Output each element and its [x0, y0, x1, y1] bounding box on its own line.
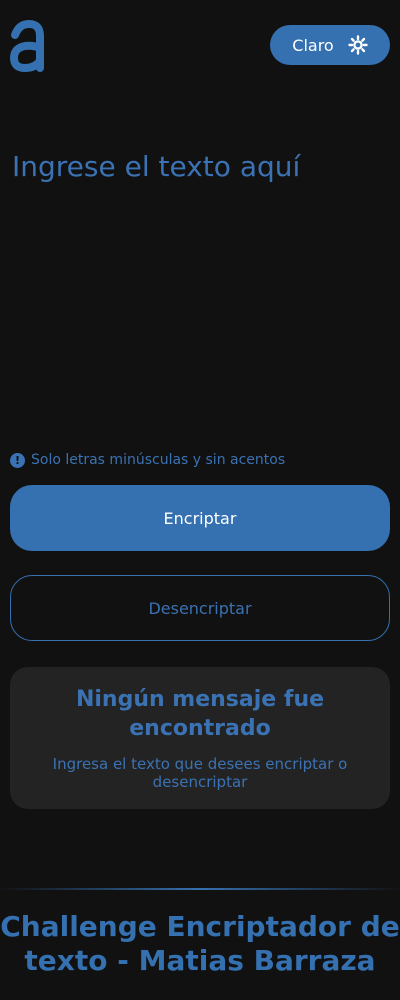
- result-title: Ningún mensaje fue encontrado: [75, 687, 325, 741]
- app-page: Claro ! Solo letras minúsculas y sin ace…: [0, 0, 400, 1000]
- sun-icon: [348, 35, 368, 55]
- input-hint-text: Solo letras minúsculas y sin acentos: [31, 452, 286, 468]
- exclamation-circle-icon: !: [10, 452, 25, 468]
- message-input[interactable]: [12, 150, 388, 440]
- footer-credit: Challenge Encriptador de texto - Matias …: [0, 910, 400, 977]
- letter-a-logo-icon: [9, 19, 44, 72]
- decrypt-button[interactable]: Desencriptar: [10, 575, 390, 641]
- result-subtitle: Ingresa el texto que desees encriptar o …: [52, 755, 348, 791]
- footer-divider: [0, 888, 400, 890]
- encrypt-button[interactable]: Encriptar: [10, 485, 390, 551]
- theme-toggle-label: Claro: [292, 35, 334, 55]
- theme-toggle-button[interactable]: Claro: [270, 25, 390, 65]
- input-hint: ! Solo letras minúsculas y sin acentos: [10, 452, 285, 468]
- result-panel: Ningún mensaje fue encontrado Ingresa el…: [10, 667, 390, 809]
